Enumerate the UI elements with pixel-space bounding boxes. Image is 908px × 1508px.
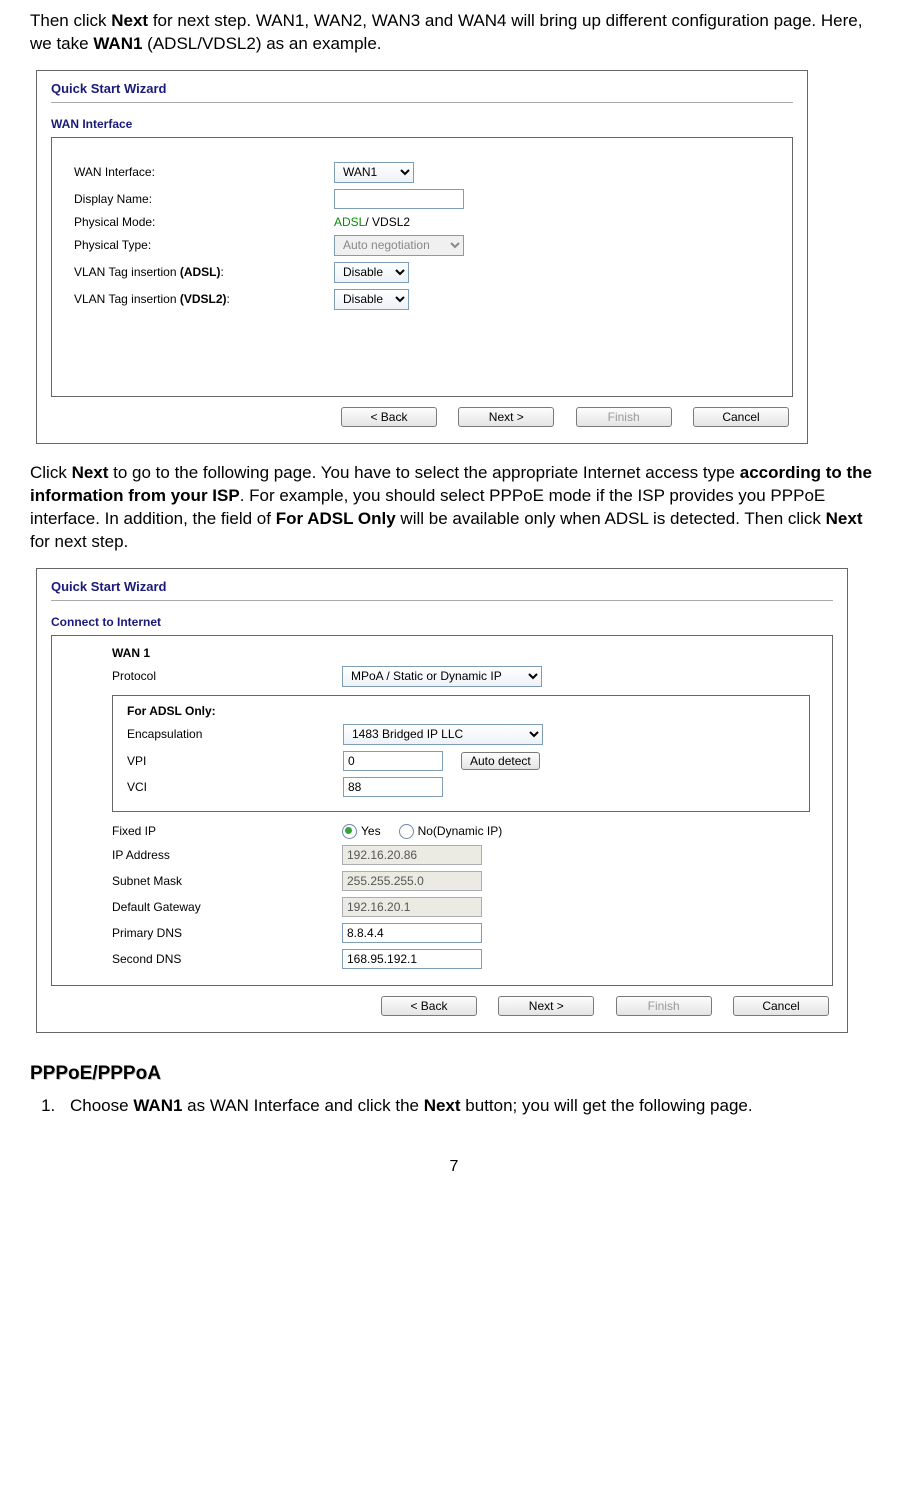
label-physical-type: Physical Type: bbox=[74, 238, 334, 252]
back-button[interactable]: < Back bbox=[341, 407, 437, 427]
label-subnet-mask: Subnet Mask bbox=[112, 874, 342, 888]
next-button-2[interactable]: Next > bbox=[498, 996, 594, 1016]
fixed-ip-no-radio[interactable] bbox=[399, 824, 414, 839]
label-ip-address: IP Address bbox=[112, 848, 342, 862]
wan-interface-heading: WAN Interface bbox=[51, 117, 793, 131]
fixed-ip-no-label: No(Dynamic IP) bbox=[418, 824, 503, 838]
adsl-only-heading: For ADSL Only: bbox=[127, 704, 795, 718]
label-physical-mode: Physical Mode: bbox=[74, 215, 334, 229]
page-number: 7 bbox=[30, 1158, 878, 1176]
ip-address-input bbox=[342, 845, 482, 865]
label-default-gateway: Default Gateway bbox=[112, 900, 342, 914]
label-vci: VCI bbox=[127, 780, 343, 794]
back-button-2[interactable]: < Back bbox=[381, 996, 477, 1016]
cancel-button[interactable]: Cancel bbox=[693, 407, 789, 427]
screenshot-connect-internet: Quick Start Wizard Connect to Internet W… bbox=[36, 568, 848, 1033]
intro-paragraph-1: Then click Next for next step. WAN1, WAN… bbox=[30, 10, 878, 56]
adsl-only-box: For ADSL Only: Encapsulation 1483 Bridge… bbox=[112, 695, 810, 812]
physical-type-select: Auto negotiation bbox=[334, 235, 464, 256]
wan-interface-select[interactable]: WAN1 bbox=[334, 162, 414, 183]
label-fixed-ip: Fixed IP bbox=[112, 824, 342, 838]
primary-dns-input[interactable] bbox=[342, 923, 482, 943]
label-primary-dns: Primary DNS bbox=[112, 926, 342, 940]
subnet-mask-input bbox=[342, 871, 482, 891]
wizard-title-2: Quick Start Wizard bbox=[51, 579, 833, 601]
label-second-dns: Second DNS bbox=[112, 952, 342, 966]
default-gateway-input bbox=[342, 897, 482, 917]
step-1: Choose WAN1 as WAN Interface and click t… bbox=[60, 1095, 878, 1118]
vpi-input[interactable] bbox=[343, 751, 443, 771]
label-display-name: Display Name: bbox=[74, 192, 334, 206]
protocol-select[interactable]: MPoA / Static or Dynamic IP bbox=[342, 666, 542, 687]
physical-mode-adsl: ADSL bbox=[334, 215, 365, 229]
physical-mode-rest: / VDSL2 bbox=[365, 215, 410, 229]
next-button[interactable]: Next > bbox=[458, 407, 554, 427]
label-wan-interface: WAN Interface: bbox=[74, 165, 334, 179]
wizard-title: Quick Start Wizard bbox=[51, 81, 793, 103]
label-encapsulation: Encapsulation bbox=[127, 727, 343, 741]
pppoe-heading: PPPoE/PPPoA bbox=[30, 1063, 878, 1085]
label-vlan-adsl: VLAN Tag insertion (ADSL): bbox=[74, 265, 334, 279]
finish-button-2: Finish bbox=[616, 996, 712, 1016]
vci-input[interactable] bbox=[343, 777, 443, 797]
intro-paragraph-2: Click Next to go to the following page. … bbox=[30, 462, 878, 554]
steps-list: Choose WAN1 as WAN Interface and click t… bbox=[34, 1095, 878, 1118]
vlan-adsl-select[interactable]: Disable bbox=[334, 262, 409, 283]
label-vlan-vdsl: VLAN Tag insertion (VDSL2): bbox=[74, 292, 334, 306]
wan1-subheading: WAN 1 bbox=[112, 646, 810, 660]
fixed-ip-yes-label: Yes bbox=[361, 824, 381, 838]
label-vpi: VPI bbox=[127, 754, 343, 768]
fixed-ip-yes-radio[interactable] bbox=[342, 824, 357, 839]
second-dns-input[interactable] bbox=[342, 949, 482, 969]
connect-internet-heading: Connect to Internet bbox=[51, 615, 833, 629]
display-name-input[interactable] bbox=[334, 189, 464, 209]
finish-button: Finish bbox=[576, 407, 672, 427]
vlan-vdsl-select[interactable]: Disable bbox=[334, 289, 409, 310]
label-protocol: Protocol bbox=[112, 669, 342, 683]
auto-detect-button[interactable]: Auto detect bbox=[461, 752, 540, 770]
screenshot-wan-interface: Quick Start Wizard WAN Interface WAN Int… bbox=[36, 70, 808, 444]
cancel-button-2[interactable]: Cancel bbox=[733, 996, 829, 1016]
encapsulation-select[interactable]: 1483 Bridged IP LLC bbox=[343, 724, 543, 745]
